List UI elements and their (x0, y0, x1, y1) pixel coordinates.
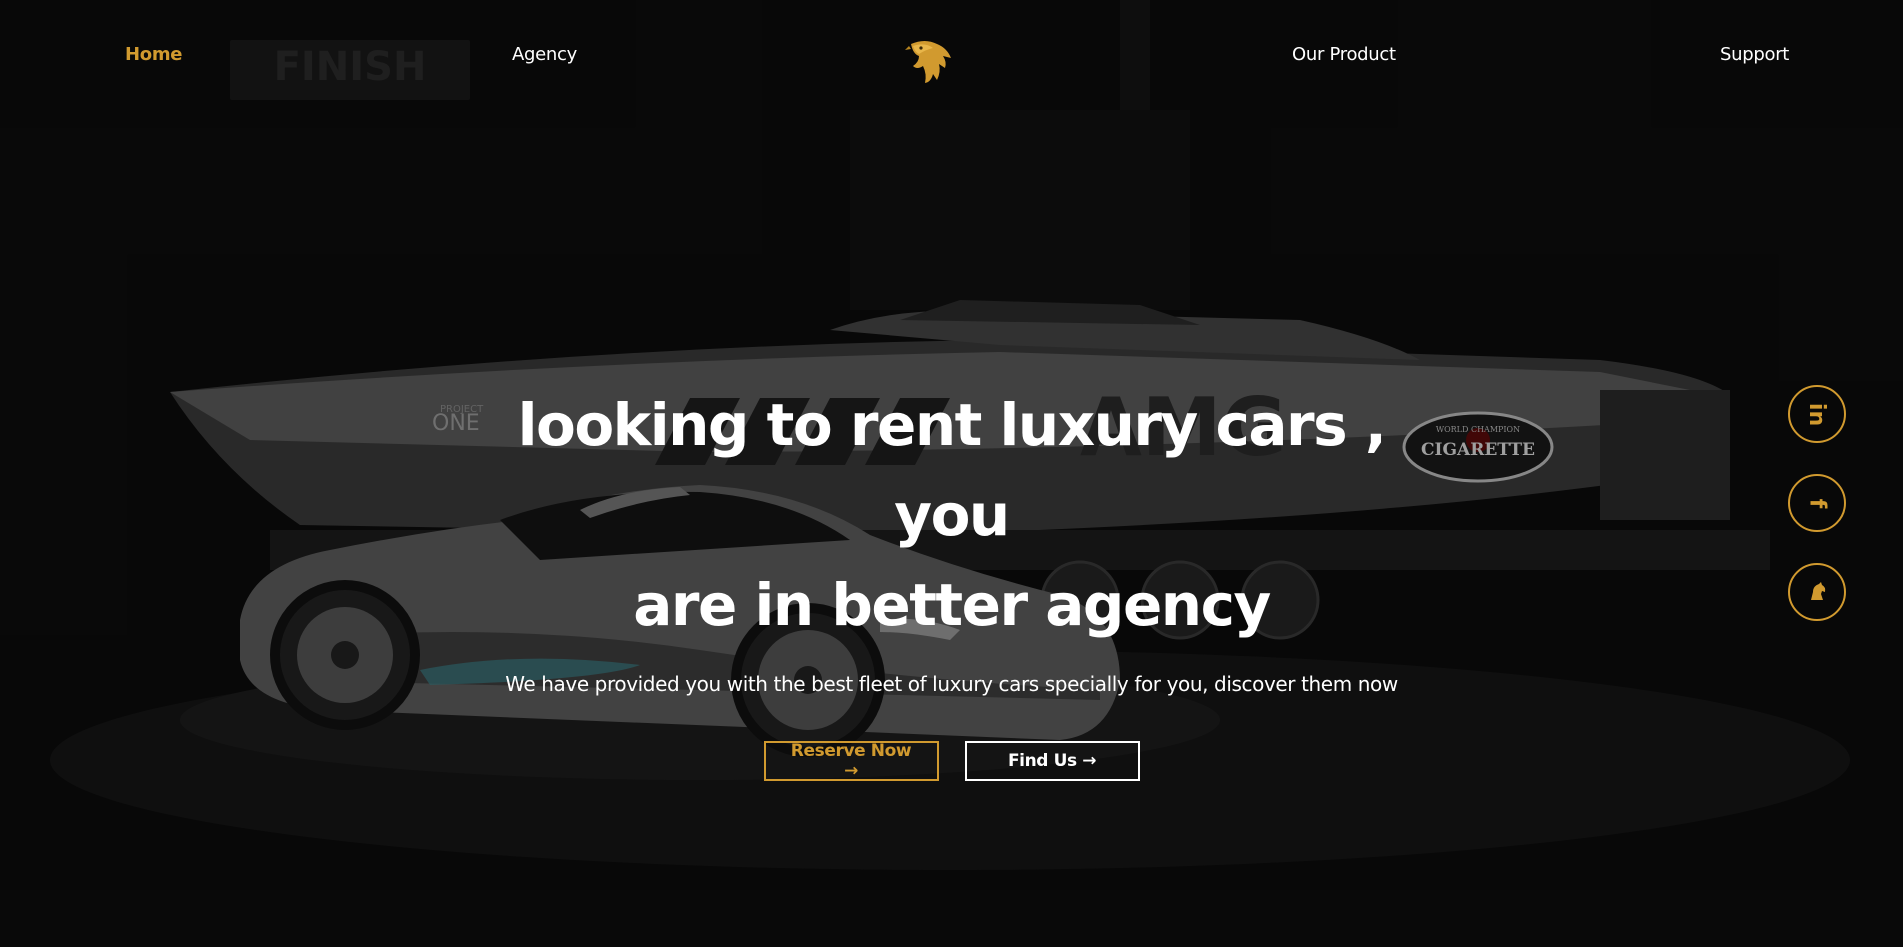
linkedin-icon[interactable]: in (1788, 385, 1846, 443)
headline-line-2: are in better agency (633, 571, 1271, 639)
horse-icon[interactable] (1788, 563, 1846, 621)
eagle-logo-icon[interactable] (903, 36, 953, 84)
main-nav: Home Agency Our Product Support (0, 0, 1903, 112)
hero-buttons: Reserve Now → Find Us → (0, 741, 1903, 781)
hero-headline: looking to rent luxury cars , you are in… (502, 380, 1402, 650)
facebook-icon[interactable]: f (1788, 474, 1846, 532)
nav-agency-link[interactable]: Agency (512, 44, 577, 65)
linkedin-glyph: in (1804, 402, 1830, 426)
headline-line-1: looking to rent luxury cars , you (517, 391, 1387, 549)
reserve-now-button[interactable]: Reserve Now → (763, 741, 939, 781)
find-us-button[interactable]: Find Us → (964, 741, 1140, 781)
nav-our-product-link[interactable]: Our Product (1292, 44, 1396, 65)
facebook-glyph: f (1804, 498, 1830, 508)
nav-home-link[interactable]: Home (125, 44, 183, 65)
hero-section: FINISH AMG PROJECT ONE WORLD CHAMPION CI… (0, 0, 1903, 947)
hero-subtitle: We have provided you with the best fleet… (505, 672, 1398, 696)
nav-support-link[interactable]: Support (1720, 44, 1789, 65)
horse-glyph (1811, 582, 1826, 600)
hero-content: looking to rent luxury cars , you are in… (0, 380, 1903, 781)
social-links: in f (1788, 385, 1846, 652)
